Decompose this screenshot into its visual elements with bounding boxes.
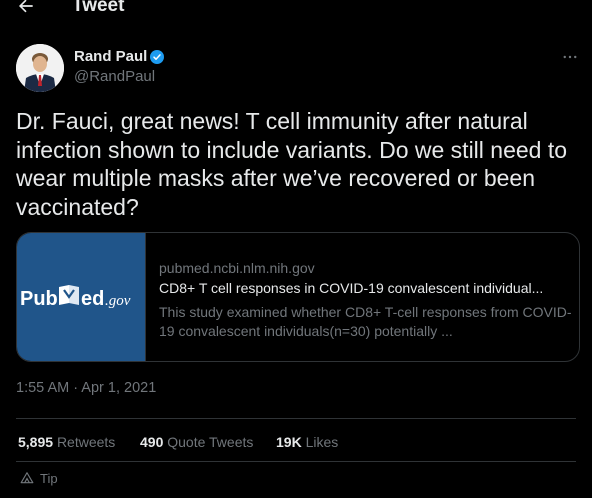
pubmed-logo: Pub ed .gov (17, 233, 145, 361)
card-domain: pubmed.ncbi.nlm.nih.gov (159, 260, 315, 276)
author-name[interactable]: Rand Paul (74, 48, 147, 66)
card-body: pubmed.ncbi.nlm.nih.gov CD8+ T cell resp… (145, 233, 579, 361)
page-title: Tweet (72, 0, 125, 16)
more-horizontal-icon[interactable] (561, 48, 579, 66)
quotes-stat[interactable]: 490 Quote Tweets (140, 434, 253, 451)
avatar[interactable] (16, 44, 64, 92)
svg-text:.gov: .gov (105, 293, 131, 309)
author-handle[interactable]: @RandPaul (74, 68, 155, 86)
svg-text:Pub: Pub (20, 288, 58, 310)
divider (16, 418, 576, 419)
verified-badge-icon (150, 50, 164, 64)
svg-text:ed: ed (81, 288, 104, 310)
tip-label: Tip (40, 471, 58, 486)
avatar-image (16, 44, 64, 92)
card-description: This study examined whether CD8+ T-cell … (159, 304, 572, 339)
quotes-label: Quote Tweets (167, 434, 254, 450)
likes-label: Likes (305, 434, 339, 450)
page-header: Tweet (0, 0, 592, 22)
retweets-label: Retweets (56, 434, 116, 450)
likes-stat[interactable]: 19K Likes (276, 434, 338, 451)
link-card[interactable]: Pub ed .gov pubmed.ncbi.nlm.nih.gov CD8+… (16, 232, 580, 362)
quotes-count: 490 (140, 434, 164, 450)
retweets-count: 5,895 (18, 434, 54, 450)
retweets-stat[interactable]: 5,895 Retweets (18, 434, 115, 451)
arrow-left-icon[interactable] (16, 0, 36, 16)
card-title: CD8+ T cell responses in COVID-19 conval… (159, 280, 544, 296)
divider (16, 461, 576, 462)
likes-count: 19K (276, 434, 302, 450)
tip-icon (20, 472, 34, 484)
tweet-text: Dr. Fauci, great news! T cell immunity a… (16, 108, 568, 220)
tweet-timestamp[interactable]: 1:55 AM · Apr 1, 2021 (16, 380, 156, 397)
